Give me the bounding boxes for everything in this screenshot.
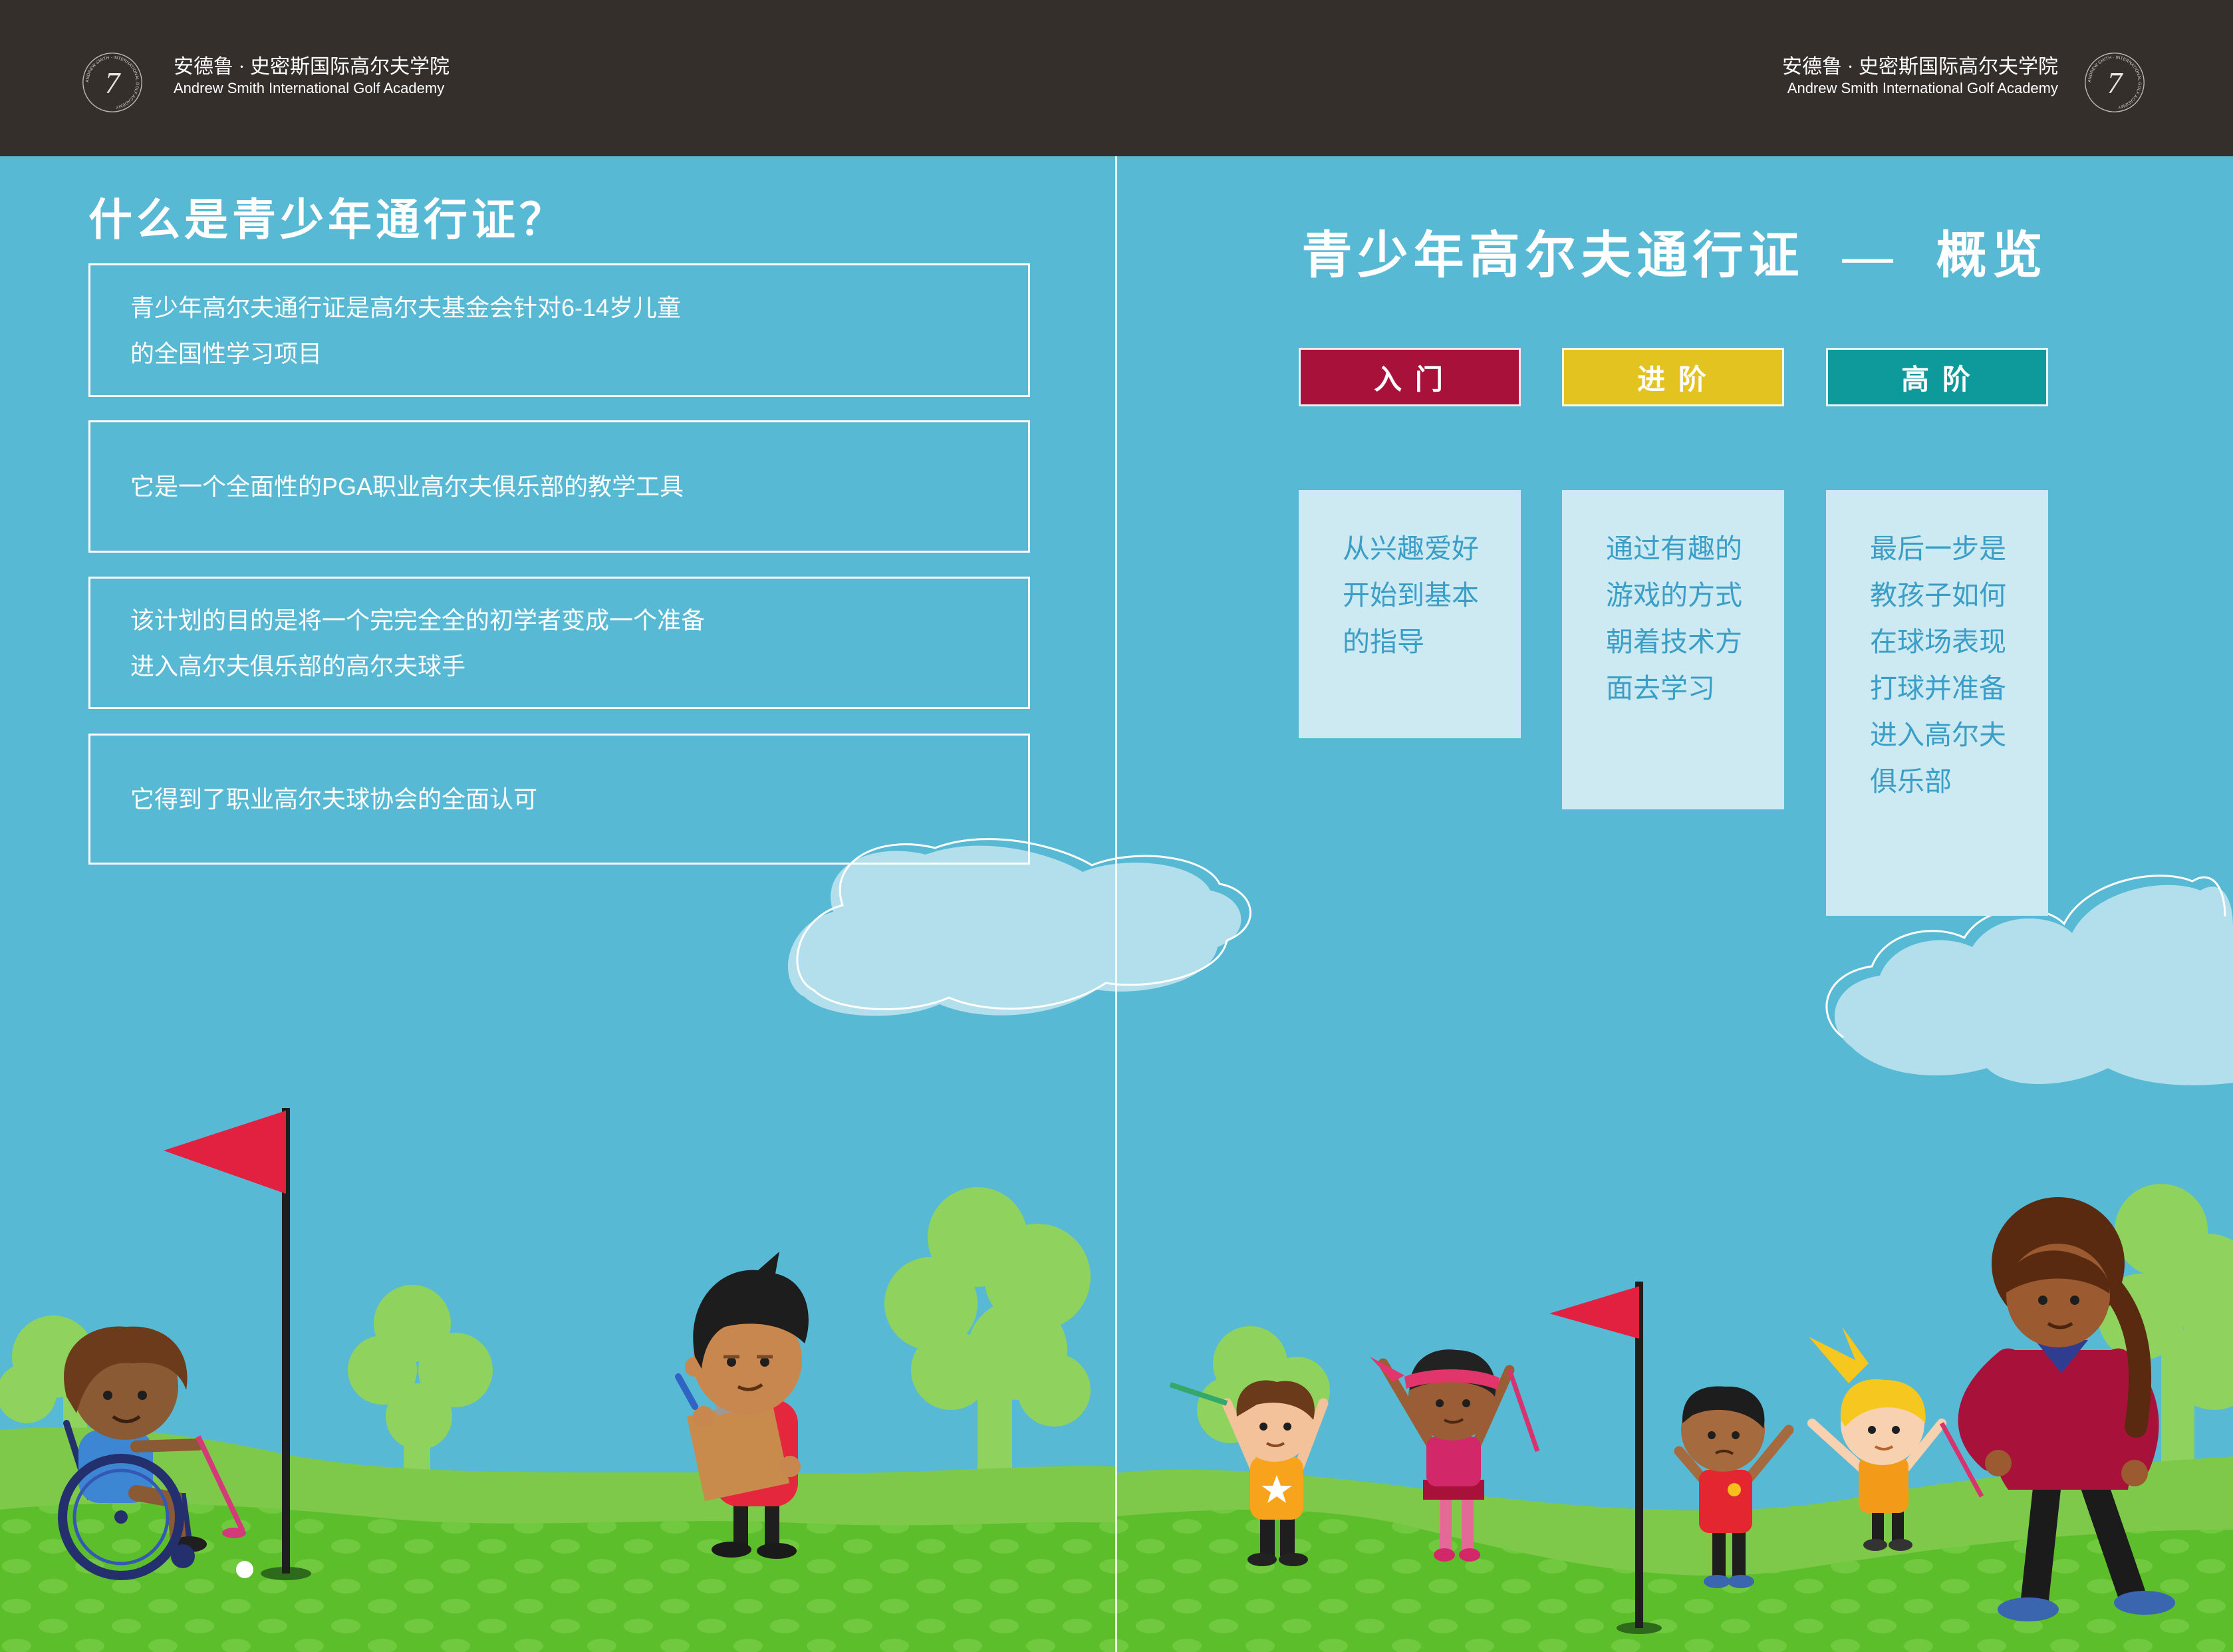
info-box-1: 青少年高尔夫通行证是高尔夫基金会针对6-14岁儿童 的全国性学习项目 (88, 263, 1030, 397)
info-line: 的全国性学习项目 (130, 339, 323, 367)
info-box-3: 该计划的目的是将一个完完全全的初学者变成一个准备 进入高尔夫俱乐部的高尔夫球手 (88, 577, 1030, 709)
right-page-title: 青少年高尔夫通行证 — 概览 (1301, 228, 2048, 284)
flag-icon (1549, 1286, 1639, 1339)
description-line: 教孩子如何 (1870, 580, 2006, 611)
level-label-advanced: 高 阶 (1826, 348, 2048, 406)
header-bar: ANDREW SMITH · INTERNATIONAL GOLF ACADEM… (0, 0, 2233, 156)
info-box-4: 它得到了职业高尔夫球协会的全面认可 (88, 734, 1030, 865)
info-line: 该计划的目的是将一个完完全全的初学者变成一个准备 (130, 606, 706, 634)
brochure-spread: ANDREW SMITH · INTERNATIONAL GOLF ACADEM… (0, 0, 2233, 1652)
level-description-advanced: 最后一步是 教孩子如何 在球场表现 打球并准备 进入高尔夫 俱乐部 (1826, 490, 2048, 916)
description-line: 朝着技术方 (1606, 626, 1742, 657)
brand-name-cn: 安德鲁 · 史密斯国际高尔夫学院 (1782, 56, 2058, 78)
level-label-intermediate: 进 阶 (1562, 348, 1784, 406)
svg-text:7: 7 (2107, 67, 2124, 100)
golf-ball (236, 1561, 253, 1578)
description-line: 通过有趣的 (1606, 533, 1742, 564)
flag-icon (164, 1111, 286, 1194)
tree (884, 1187, 1091, 1503)
cloud-left (787, 838, 1251, 1016)
brand-name-en: Andrew Smith International Golf Academy (1787, 80, 2058, 96)
description-line: 打球并准备 (1870, 673, 2006, 704)
description-line: 从兴趣爱好 (1343, 533, 1479, 564)
level-label-beginner: 入 门 (1299, 348, 1521, 406)
academy-emblem-icon: ANDREW SMITH · INTERNATIONAL GOLF ACADEM… (82, 53, 142, 112)
description-line: 在球场表现 (1870, 626, 2006, 657)
description-line: 俱乐部 (1870, 766, 1952, 797)
info-line: 它是一个全面性的PGA职业高尔夫俱乐部的教学工具 (130, 473, 684, 500)
info-box-2: 它是一个全面性的PGA职业高尔夫俱乐部的教学工具 (88, 420, 1030, 553)
description-line: 的指导 (1343, 626, 1424, 657)
info-line: 进入高尔夫俱乐部的高尔夫球手 (130, 652, 466, 680)
academy-emblem-icon: ANDREW SMITH · INTERNATIONAL GOLF ACADEM… (2085, 53, 2145, 112)
description-line: 面去学习 (1606, 673, 1715, 704)
brand-right: 安德鲁 · 史密斯国际高尔夫学院 Andrew Smith Internatio… (1782, 55, 2058, 97)
brand-name-en: Andrew Smith International Golf Academy (174, 80, 445, 96)
description-line: 开始到基本 (1343, 580, 1479, 611)
brand-name-cn: 安德鲁 · 史密斯国际高尔夫学院 (174, 56, 450, 78)
svg-text:7: 7 (105, 67, 122, 100)
description-line: 游戏的方式 (1606, 580, 1742, 611)
level-description-beginner: 从兴趣爱好 开始到基本 的指导 (1299, 490, 1521, 738)
left-page-title: 什么是青少年通行证？ (88, 196, 567, 245)
description-line: 进入高尔夫 (1870, 720, 2006, 750)
description-line: 最后一步是 (1870, 533, 2006, 564)
info-line: 青少年高尔夫通行证是高尔夫基金会针对6-14岁儿童 (130, 293, 682, 321)
info-line: 它得到了职业高尔夫球协会的全面认可 (130, 785, 538, 813)
brand-left: 安德鲁 · 史密斯国际高尔夫学院 Andrew Smith Internatio… (174, 55, 450, 97)
level-description-intermediate: 通过有趣的 游戏的方式 朝着技术方 面去学习 (1562, 490, 1784, 809)
page-fold-divider (1115, 156, 1117, 1652)
